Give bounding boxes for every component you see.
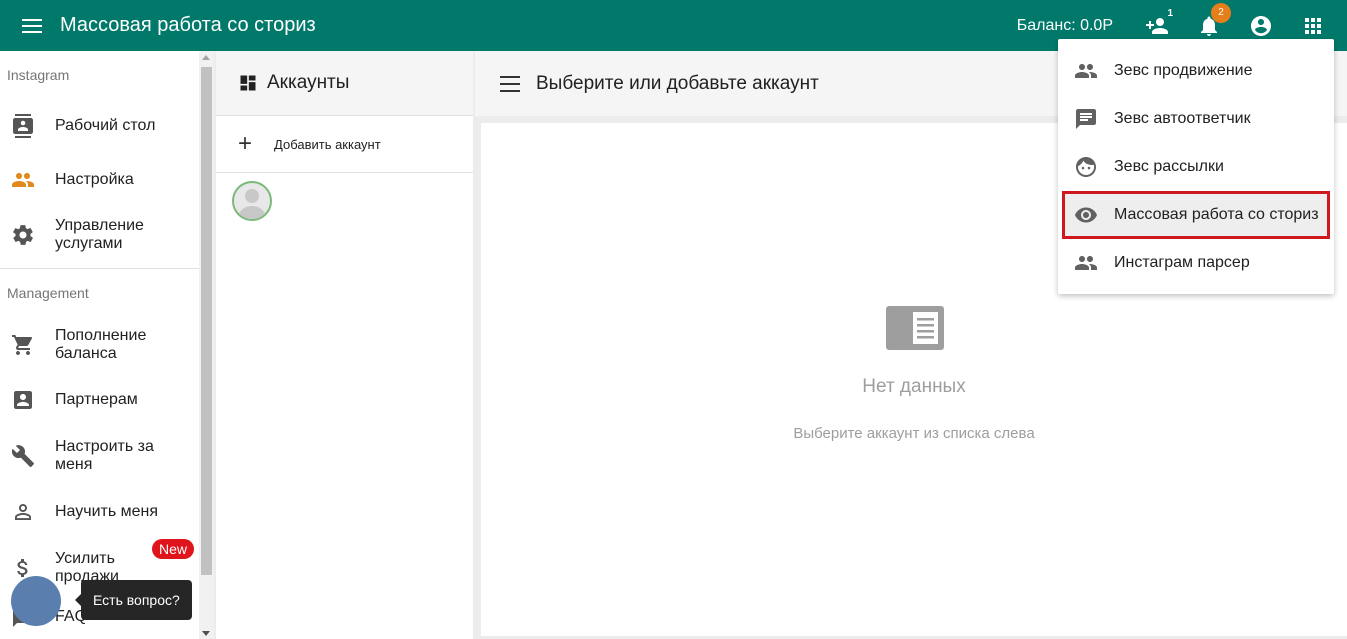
menu-item-zeus-mailing[interactable]: Зевс рассылки [1058, 143, 1334, 191]
sidebar-item-label: Рабочий стол [55, 117, 156, 134]
sidebar-item-label: Настроить за меня [55, 438, 154, 473]
apps-dropdown-menu: Зевс продвижение Зевс автоответчик Зевс … [1058, 39, 1334, 294]
bell-icon[interactable]: 2 [1197, 2, 1231, 38]
dashboard-icon [240, 75, 256, 91]
help-chat-button[interactable] [11, 576, 61, 626]
menu-item-zeus-autoresponder[interactable]: Зевс автоответчик [1058, 95, 1334, 143]
menu-item-label: Инстаграм парсер [1114, 254, 1250, 271]
sidebar-item-label: Пополнение баланса [55, 327, 147, 362]
new-badge: New [152, 539, 195, 559]
sidebar-item-partners[interactable]: Партнерам [0, 373, 214, 427]
balance-label[interactable]: Баланс: 0.0Р [1017, 17, 1113, 35]
sidebar-item-label: Партнерам [55, 391, 138, 408]
smile-icon [1074, 155, 1098, 179]
menu-item-instagram-parser[interactable]: Инстаграм парсер [1058, 239, 1334, 287]
sidebar-section-management: Management [7, 285, 89, 301]
add-user-icon[interactable]: 1 [1145, 8, 1173, 38]
plus-icon: + [238, 130, 253, 157]
people-icon [1074, 59, 1098, 83]
sidebar-item-label: Научить меня [55, 503, 159, 520]
sidebar-scrollbar[interactable] [199, 51, 214, 639]
apps-grid-icon[interactable] [1301, 14, 1325, 38]
accounts-panel: Аккаунты + Добавить аккаунт [216, 51, 473, 639]
cart-icon [11, 333, 35, 357]
empty-list-icon [886, 306, 944, 350]
notification-badge: 2 [1211, 2, 1231, 23]
add-account-label: Добавить аккаунт [274, 136, 381, 152]
gear-icon [11, 223, 35, 247]
sidebar-item-settings[interactable]: Настройка [0, 153, 214, 207]
sidebar-item-setup-for-me[interactable]: Настроить за меня [0, 427, 214, 485]
wrench-icon [11, 444, 35, 468]
menu-item-label: Зевс рассылки [1114, 158, 1224, 175]
contact-card-icon [11, 388, 35, 412]
page-title: Массовая работа со сториз [60, 14, 316, 36]
menu-item-label: Зевс продвижение [1114, 62, 1253, 79]
account-circle-icon[interactable] [1249, 14, 1273, 38]
person-icon [11, 500, 35, 524]
add-account-button[interactable]: + Добавить аккаунт [216, 116, 473, 173]
scrollbar-thumb[interactable] [201, 67, 212, 575]
accounts-header: Аккаунты [216, 51, 473, 116]
people-icon [1074, 251, 1098, 275]
empty-state-subtitle: Выберите аккаунт из списка слева [793, 425, 1035, 442]
help-tooltip[interactable]: Есть вопрос? [75, 580, 192, 620]
sidebar: Instagram Рабочий стол Настройка Управле… [0, 51, 214, 639]
sidebar-item-teach-me[interactable]: Научить меня [0, 485, 214, 539]
chat-icon [1074, 107, 1098, 131]
sidebar-item-services[interactable]: Управление услугами [0, 207, 214, 263]
empty-state-title: Нет данных [862, 376, 966, 397]
menu-item-mass-stories[interactable]: Массовая работа со сториз [1062, 191, 1330, 239]
avatar-placeholder-icon [238, 189, 266, 219]
list-menu-icon[interactable] [500, 75, 520, 92]
sidebar-item-topup[interactable]: Пополнение баланса [0, 317, 214, 373]
main-title: Выберите или добавьте аккаунт [536, 72, 819, 94]
people-icon [11, 168, 35, 192]
account-avatar[interactable] [232, 181, 272, 221]
menu-item-label: Зевс автоответчик [1114, 110, 1251, 127]
menu-item-zeus-promotion[interactable]: Зевс продвижение [1058, 47, 1334, 95]
scroll-down-arrow-icon[interactable] [202, 631, 210, 636]
accounts-title: Аккаунты [267, 72, 350, 93]
dashboard-contact-icon [11, 114, 35, 138]
sidebar-section-instagram: Instagram [7, 67, 70, 83]
sidebar-item-dashboard[interactable]: Рабочий стол [0, 99, 214, 153]
add-user-count: 1 [1167, 7, 1173, 19]
eye-icon [1074, 203, 1098, 227]
scroll-up-arrow-icon[interactable] [202, 55, 210, 60]
sidebar-item-label: Настройка [55, 171, 134, 188]
sidebar-item-label: Управление услугами [55, 217, 144, 252]
menu-item-label: Массовая работа со сториз [1114, 206, 1319, 223]
hamburger-menu-icon[interactable] [22, 14, 46, 38]
